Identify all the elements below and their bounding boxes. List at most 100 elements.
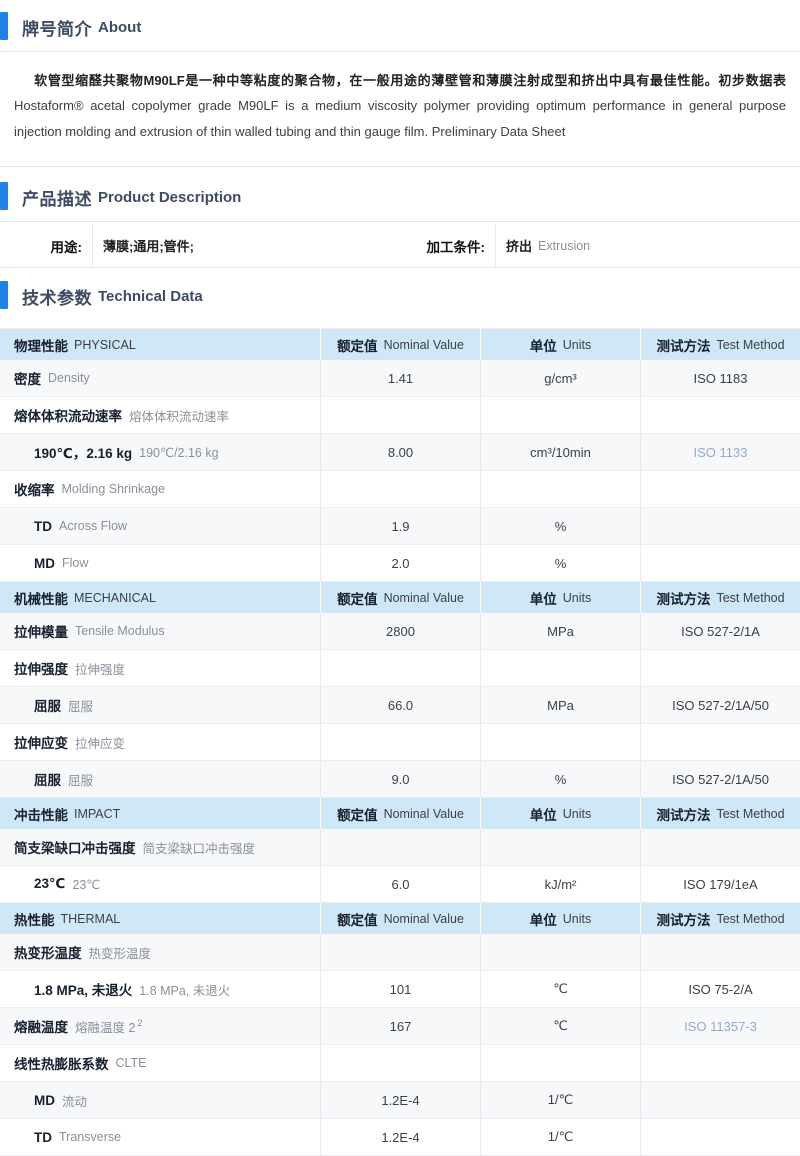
- property-name-secondary: 屈服: [68, 696, 93, 715]
- test-method-column-header: 测试方法Test Method: [640, 903, 800, 934]
- section-accent-bar: [0, 182, 8, 210]
- test-method-link[interactable]: ISO 11357-3: [684, 1019, 757, 1034]
- unit-cell: [480, 934, 640, 970]
- property-name-primary: 简支梁缺口冲击强度: [14, 837, 136, 857]
- table-row: 熔体体积流动速率熔体体积流动速率: [0, 397, 800, 434]
- property-name-primary: 热变形温度: [14, 942, 82, 962]
- property-name-cell: 屈服屈服: [0, 687, 320, 723]
- table-row: 23℃23℃6.0kJ/m²ISO 179/1eA: [0, 866, 800, 903]
- unit-cell: [480, 724, 640, 760]
- section-column-title: 物理性能PHYSICAL: [0, 329, 320, 360]
- property-name-cell: TD Transverse: [0, 1119, 320, 1155]
- about-paragraph-block: 软管型缩醛共聚物M90LF是一种中等粘度的聚合物，在一般用途的薄壁管和薄膜注射成…: [0, 52, 800, 167]
- unit-cell: %: [480, 545, 640, 581]
- nominal-value-cell: [320, 1045, 480, 1081]
- test-method-cell: [640, 471, 800, 507]
- technical-data-table: 物理性能PHYSICAL额定值Nominal Value单位Units测试方法T…: [0, 328, 800, 1156]
- nominal-value-cell: 8.00: [320, 434, 480, 470]
- unit-cell: [480, 1045, 640, 1081]
- property-name-secondary: 熔体体积流动速率: [129, 406, 229, 425]
- process-conditions-label: 加工条件:: [398, 224, 495, 267]
- section-accent-bar: [0, 281, 8, 309]
- unit-cell: kJ/m²: [480, 866, 640, 902]
- property-name-primary: 23℃: [34, 876, 65, 892]
- table-section-header-row: 机械性能MECHANICAL额定值Nominal Value单位Units测试方…: [0, 582, 800, 613]
- property-name-primary: 屈服: [34, 695, 61, 715]
- property-name-primary: MD: [34, 556, 55, 571]
- section-title-zh: 牌号简介: [22, 15, 92, 40]
- column-title-en: IMPACT: [74, 807, 120, 821]
- table-section-header-row: 热性能 THERMAL 额定值Nominal Value单位Units测试方法Tes…: [0, 903, 800, 934]
- property-name-cell: 熔体体积流动速率熔体体积流动速率: [0, 397, 320, 433]
- unit-cell: ℃: [480, 971, 640, 1007]
- test-method-cell[interactable]: ISO 1133: [640, 434, 800, 470]
- units-column-header: 单位Units: [480, 798, 640, 829]
- usage-value: 薄膜;通用;管件;: [92, 224, 398, 267]
- test-method-cell: [640, 1082, 800, 1118]
- nominal-value-cell: 66.0: [320, 687, 480, 723]
- nominal-value-cell: 1.41: [320, 360, 480, 396]
- units-column-header: 单位Units: [480, 903, 640, 934]
- property-name-primary: 密度: [14, 368, 41, 388]
- table-row: 190℃，2.16 kg190℃/2.16 kg8.00cm³/10minISO…: [0, 434, 800, 471]
- property-name-primary: 拉伸强度: [14, 658, 68, 678]
- property-name-primary: 收缩率: [14, 479, 55, 499]
- test-method-cell[interactable]: ISO 11357-3: [640, 1008, 800, 1044]
- nominal-value-cell: 1.2E-4: [320, 1119, 480, 1155]
- table-row: MD流动1.2E-41/℃: [0, 1082, 800, 1119]
- table-row: 收缩率Molding Shrinkage: [0, 471, 800, 508]
- table-row: 屈服屈服9.0%ISO 527-2/1A/50: [0, 761, 800, 798]
- test-method-cell: [640, 650, 800, 686]
- nominal-value-cell: [320, 471, 480, 507]
- section-header-product-description: 产品描述 Product Description: [0, 176, 800, 222]
- column-title-en: THERMAL: [61, 912, 121, 926]
- test-method-cell: [640, 1119, 800, 1155]
- unit-cell: 1/℃: [480, 1082, 640, 1118]
- table-row: 线性热膨胀系数CLTE: [0, 1045, 800, 1082]
- table-row: 拉伸应变拉伸应变: [0, 724, 800, 761]
- property-name-cell: 密度Density: [0, 360, 320, 396]
- section-header-technical-data: 技术参数 Technical Data: [0, 275, 800, 320]
- unit-cell: MPa: [480, 687, 640, 723]
- test-method-cell: [640, 508, 800, 544]
- value-column-header: 额定值Nominal Value: [320, 329, 480, 360]
- nominal-value-cell: 167: [320, 1008, 480, 1044]
- property-name-primary: 1.8 MPa, 未退火: [34, 979, 132, 999]
- process-value-en: Extrusion: [538, 239, 590, 253]
- test-method-cell: [640, 829, 800, 865]
- property-name-primary: TD: [34, 1130, 52, 1145]
- value-column-header: 额定值Nominal Value: [320, 798, 480, 829]
- property-name-primary: 拉伸模量: [14, 621, 68, 641]
- property-name-cell: 线性热膨胀系数CLTE: [0, 1045, 320, 1081]
- property-name-secondary: Transverse: [59, 1130, 121, 1144]
- property-name-secondary: Tensile Modulus: [75, 624, 165, 638]
- property-name-secondary: 热变形温度: [89, 943, 152, 962]
- property-name-primary: 屈服: [34, 769, 61, 789]
- nominal-value-cell: [320, 397, 480, 433]
- column-title-en: PHYSICAL: [74, 338, 136, 352]
- unit-cell: ℃: [480, 1008, 640, 1044]
- column-title-zh: 机械性能: [14, 588, 68, 608]
- property-name-primary: 熔体体积流动速率: [14, 405, 122, 425]
- property-name-secondary: 23℃: [72, 877, 100, 892]
- property-name-cell: 拉伸强度拉伸强度: [0, 650, 320, 686]
- section-column-title: 冲击性能IMPACT: [0, 798, 320, 829]
- property-name-cell: 屈服屈服: [0, 761, 320, 797]
- column-title-en: MECHANICAL: [74, 591, 156, 605]
- unit-cell: 1/℃: [480, 1119, 640, 1155]
- value-column-header: 额定值Nominal Value: [320, 903, 480, 934]
- property-name-cell: 熔融温度熔融温度 22: [0, 1008, 320, 1044]
- section-title-en: About: [98, 19, 141, 36]
- property-name-primary: TD: [34, 519, 52, 534]
- table-section-header-row: 物理性能PHYSICAL额定值Nominal Value单位Units测试方法T…: [0, 329, 800, 360]
- property-name-primary: MD: [34, 1093, 55, 1108]
- table-row: 1.8 MPa, 未退火1.8 MPa, 未退火101℃ISO 75-2/A: [0, 971, 800, 1008]
- property-name-primary: 线性热膨胀系数: [14, 1053, 109, 1073]
- unit-cell: cm³/10min: [480, 434, 640, 470]
- column-title-zh: 热性能: [14, 909, 55, 929]
- property-name-primary: 熔融温度: [14, 1016, 68, 1036]
- section-title-zh: 产品描述: [22, 185, 92, 210]
- table-row: 密度Density1.41g/cm³ISO 1183: [0, 360, 800, 397]
- test-method-cell: ISO 179/1eA: [640, 866, 800, 902]
- test-method-link[interactable]: ISO 1133: [694, 445, 748, 460]
